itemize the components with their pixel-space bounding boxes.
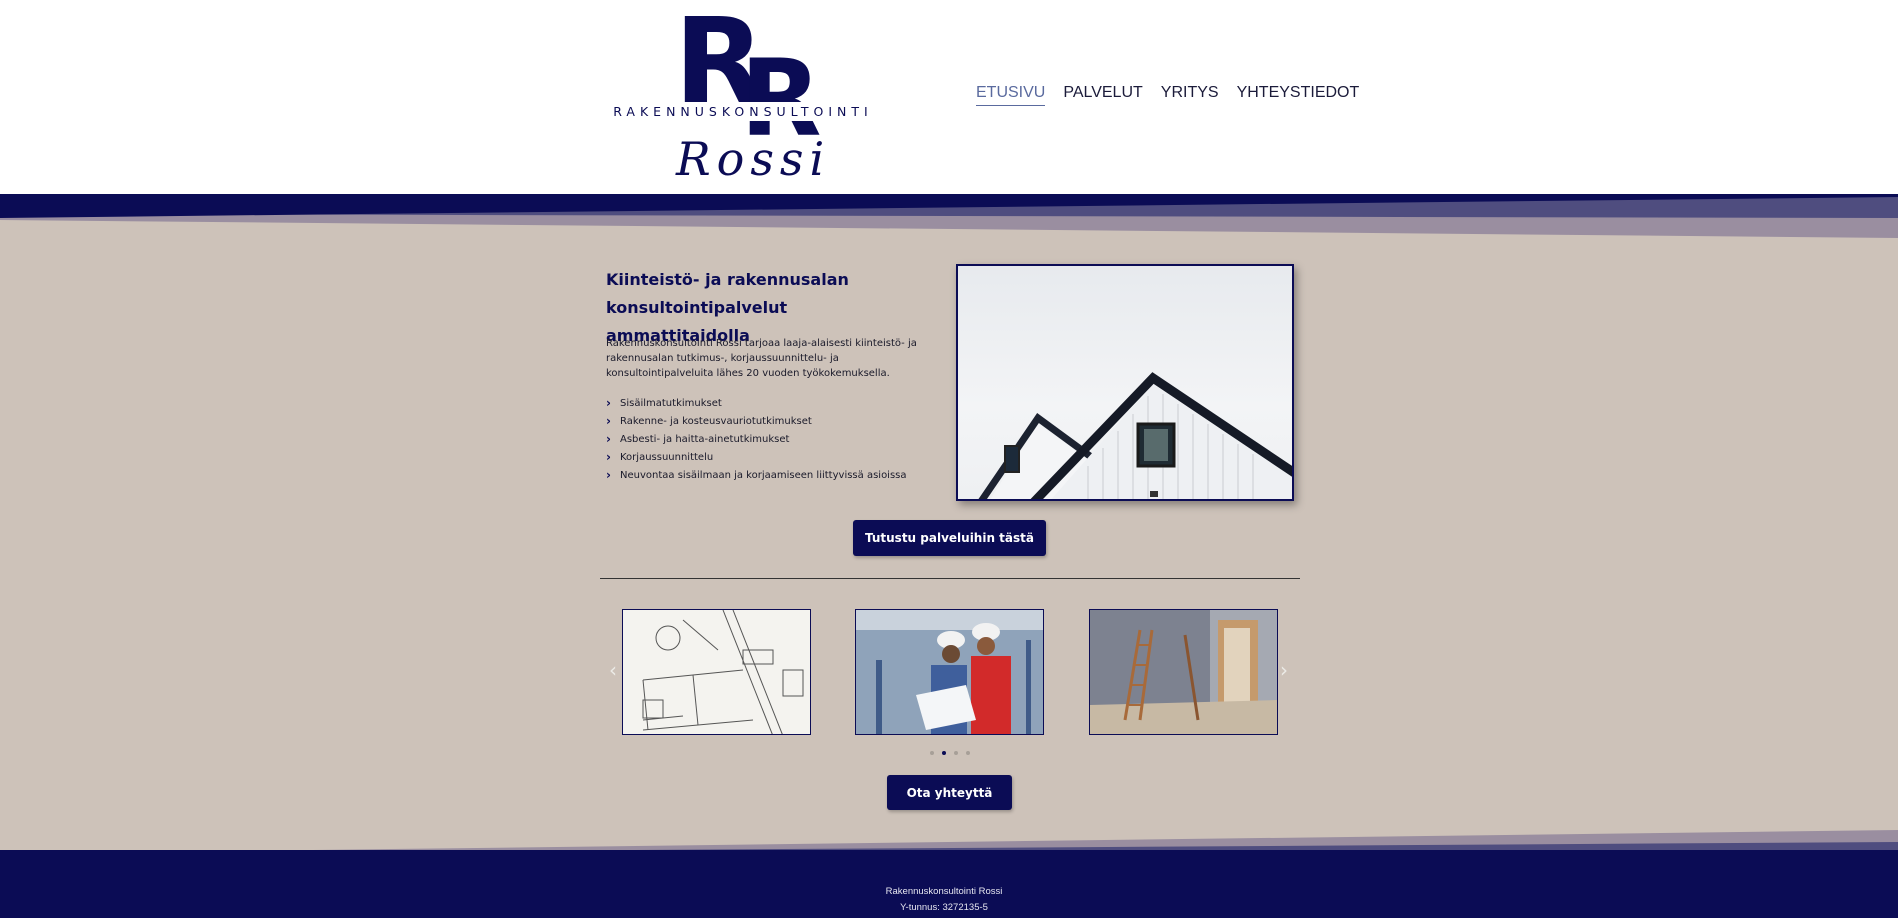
footer-business-id: Y-tunnus: 3272135-5: [900, 902, 988, 913]
logo-wordmark: RAKENNUSKONSULTOINTI: [590, 102, 896, 121]
main-nav: ETUSIVU PALVELUT YRITYS YHTEYSTIEDOT: [976, 84, 1359, 106]
carousel-slide-workers[interactable]: [855, 609, 1044, 735]
list-item: Asbesti- ja haitta-ainetutkimukset: [606, 430, 907, 449]
list-item: Rakenne- ja kosteusvauriotutkimukset: [606, 412, 907, 431]
nav-etusivu[interactable]: ETUSIVU: [976, 84, 1046, 106]
nav-yritys[interactable]: YRITYS: [1161, 84, 1219, 106]
carousel-dot[interactable]: [930, 751, 934, 755]
nav-yhteystiedot[interactable]: YHTEYSTIEDOT: [1237, 84, 1360, 106]
carousel-dot[interactable]: [954, 751, 958, 755]
carousel-slide-blueprint[interactable]: [622, 609, 811, 735]
logo[interactable]: R R RAKENNUSKONSULTOINTI Rossi: [590, 2, 896, 190]
chevron-left-icon[interactable]: ‹: [609, 658, 617, 682]
nav-palvelut[interactable]: PALVELUT: [1063, 84, 1142, 106]
section-divider: [600, 578, 1300, 579]
services-button[interactable]: Tutustu palveluihin tästä: [853, 520, 1046, 556]
hero-description: Rakennuskonsultointi Rossi tarjoaa laaja…: [606, 338, 917, 379]
site-header: R R RAKENNUSKONSULTOINTI Rossi ETUSIVU P…: [0, 0, 1898, 196]
footer-company: Rakennuskonsultointi Rossi: [885, 886, 1003, 897]
carousel-dots: [930, 751, 970, 755]
contact-button[interactable]: Ota yhteyttä: [887, 775, 1012, 810]
house-roof-image: [956, 264, 1294, 501]
footer-info: Rakennuskonsultointi Rossi Y-tunnus: 327…: [0, 884, 1888, 916]
carousel-slide-renovation[interactable]: [1089, 609, 1278, 735]
carousel-dot-active[interactable]: [942, 751, 946, 755]
list-item: Neuvontaa sisäilmaan ja korjaamiseen lii…: [606, 466, 907, 485]
service-list: Sisäilmatutkimukset Rakenne- ja kosteusv…: [606, 394, 907, 485]
logo-script: Rossi: [676, 132, 831, 186]
list-item: Korjaussuunnittelu: [606, 448, 907, 467]
carousel-dot[interactable]: [966, 751, 970, 755]
top-wave-band: [0, 194, 1898, 238]
list-item: Sisäilmatutkimukset: [606, 394, 907, 413]
chevron-right-icon[interactable]: ›: [1280, 658, 1288, 682]
